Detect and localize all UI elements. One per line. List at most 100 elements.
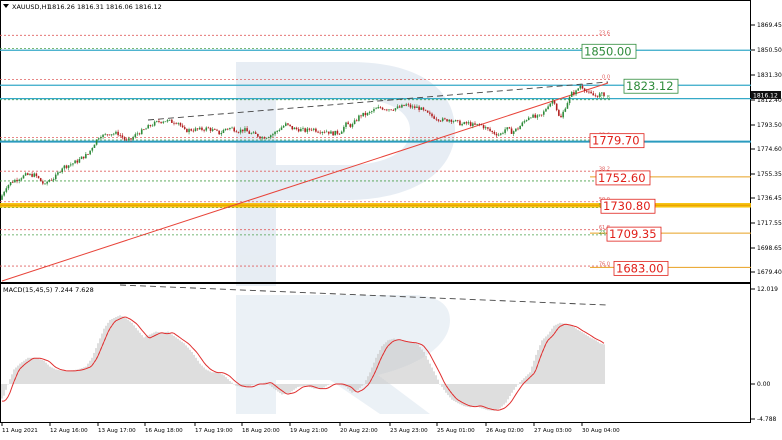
macd-bar [465, 384, 467, 407]
macd-bar [199, 363, 201, 384]
macd-bar [323, 384, 325, 388]
macd-bar [221, 374, 223, 384]
macd-tick-label: -4.788 [757, 416, 777, 423]
macd-bar [453, 384, 455, 401]
candle-body [59, 172, 61, 173]
macd-bar [601, 343, 603, 384]
macd-bar [147, 335, 149, 384]
macd-bar [469, 384, 471, 408]
candle-body [235, 131, 238, 133]
candle-body [20, 178, 23, 180]
candle-body [306, 128, 309, 132]
candle-body [355, 120, 358, 122]
candle-body [24, 173, 27, 176]
candle-body [183, 127, 186, 129]
macd-bar [405, 341, 407, 384]
candle-body [166, 120, 169, 122]
macd-bar [69, 370, 71, 384]
time-tick-label: 25 Aug 01:00 [437, 428, 475, 434]
candle-body [482, 125, 485, 129]
macd-bar [441, 384, 443, 387]
candle-body [50, 180, 53, 181]
candle-body [317, 131, 319, 133]
candle-body [113, 133, 115, 135]
candle-body [388, 109, 390, 111]
candle-body [82, 156, 85, 159]
macd-bar [271, 384, 273, 388]
macd-bar [589, 337, 591, 384]
macd-bar [31, 357, 33, 384]
macd-bar [431, 367, 433, 384]
macd-bar [21, 362, 23, 384]
macd-bar [357, 384, 359, 390]
candle-body [11, 182, 14, 183]
candle-body [495, 133, 498, 136]
candle-body [297, 129, 300, 132]
candle-body [328, 131, 330, 134]
candle-body [291, 125, 294, 130]
candle-body [504, 129, 506, 133]
candle-body [444, 118, 446, 120]
candle-body [14, 179, 16, 183]
price-tick-label: 1736.45 [757, 195, 782, 202]
macd-bar [281, 384, 283, 395]
macd-bar [285, 384, 287, 394]
candle-body [117, 131, 119, 136]
price-tick-label: 1755.35 [757, 171, 782, 178]
candle-body [405, 104, 407, 106]
candle-body [375, 108, 377, 110]
candle-body [18, 179, 20, 181]
macd-bar [125, 318, 127, 384]
macd-bar [1, 384, 3, 399]
candle-body [551, 101, 554, 104]
macd-bar [97, 343, 99, 384]
macd-bar [93, 352, 95, 384]
candle-body [534, 114, 536, 118]
candle-body [29, 173, 31, 175]
macd-bar [33, 357, 35, 384]
macd-bar [117, 316, 119, 384]
candle-body [581, 85, 584, 89]
candle-body [497, 134, 500, 136]
candle-body [190, 129, 192, 131]
macd-bar [595, 340, 597, 384]
macd-bar [517, 384, 519, 385]
macd-bar [131, 322, 133, 384]
candle-body [594, 95, 597, 97]
candle-body [22, 175, 25, 179]
macd-bar [325, 384, 327, 387]
fib-ratio-label: 23.6 [599, 31, 610, 37]
macd-bar [63, 370, 65, 384]
macd-bar [425, 355, 427, 384]
macd-bar [179, 340, 181, 384]
macd-bar [409, 341, 411, 384]
macd-bar [17, 365, 19, 384]
macd-bar [67, 370, 69, 384]
level-label-text: 1730.80 [603, 199, 651, 213]
candle-body [523, 121, 526, 123]
macd-bar [443, 384, 445, 390]
candle-body [302, 128, 304, 129]
level-label: 1779.70 [589, 133, 645, 149]
candle-body [259, 136, 261, 139]
macd-bar [137, 330, 139, 384]
macd-bar [297, 384, 299, 387]
macd-bar [149, 334, 151, 384]
macd-bar [439, 384, 441, 385]
candle-body [151, 125, 154, 127]
macd-bar [503, 384, 505, 405]
macd-bar [5, 384, 7, 390]
candle-body [177, 122, 180, 124]
candle-body [226, 128, 229, 130]
macd-bar [539, 345, 541, 384]
candle-body [515, 128, 517, 132]
candle-body [401, 104, 403, 108]
candle-body [128, 138, 130, 140]
time-tick-label: 17 Aug 19:00 [195, 428, 233, 434]
candle-body [252, 132, 255, 134]
candle-body [472, 123, 474, 126]
candle-body [416, 106, 418, 108]
macd-bar [603, 344, 605, 384]
candle-body [188, 129, 190, 133]
macd-bar [143, 337, 145, 384]
